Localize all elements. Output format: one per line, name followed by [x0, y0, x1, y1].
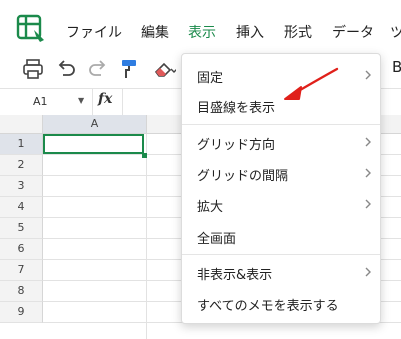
chevron-right-icon: [365, 199, 371, 209]
menu-item-label: 拡大: [197, 200, 224, 215]
row-header-3[interactable]: 3: [0, 176, 43, 197]
chevron-right-icon: [365, 70, 371, 80]
menu-item-label: 固定: [197, 71, 224, 86]
menu-item-label: 目盛線を表示: [197, 101, 276, 116]
menu-item-label: グリッド方向: [197, 138, 276, 153]
menu-file[interactable]: ファイル: [66, 22, 122, 42]
fx-icon: fx: [98, 91, 113, 107]
name-box[interactable]: A1 ▼: [0, 89, 93, 115]
menu-item-label: 非表示&表示: [197, 268, 273, 283]
row-header-2[interactable]: 2: [0, 155, 43, 176]
menu-data[interactable]: データ: [332, 22, 374, 42]
menu-item-grid-direction[interactable]: グリッド方向: [182, 127, 380, 157]
clear-format-icon[interactable]: [150, 56, 176, 82]
formula-divider: [122, 89, 123, 115]
menu-item-label: 全画面: [197, 232, 237, 247]
menu-item-fullscreen[interactable]: 全画面: [182, 221, 380, 251]
name-box-value: A1: [33, 95, 48, 108]
menu-item-zoom[interactable]: 拡大: [182, 189, 380, 219]
row-header-4[interactable]: 4: [0, 197, 43, 218]
annotation-arrow-icon: [284, 67, 339, 100]
fill-handle[interactable]: [142, 153, 147, 158]
menu-item-label: すべてのメモを表示する: [197, 299, 339, 314]
sheets-logo-icon[interactable]: [14, 10, 48, 44]
row-header-9[interactable]: 9: [0, 302, 43, 323]
chevron-right-icon: [365, 267, 371, 277]
menu-tools[interactable]: ツ: [390, 22, 401, 42]
row-header-5[interactable]: 5: [0, 218, 43, 239]
print-icon[interactable]: [20, 56, 46, 82]
menu-bar: ファイル 編集 表示 挿入 形式 データ ツ: [0, 0, 401, 52]
redo-icon[interactable]: [85, 56, 111, 82]
row-header-6[interactable]: 6: [0, 239, 43, 260]
chevron-down-icon[interactable]: ▼: [78, 96, 84, 105]
menu-item-label: グリッドの間隔: [197, 169, 289, 184]
bold-button[interactable]: B: [392, 58, 401, 76]
row-header-8[interactable]: 8: [0, 281, 43, 302]
column-header-a[interactable]: A: [43, 115, 147, 134]
menu-item-show-all-notes[interactable]: すべてのメモを表示する: [182, 288, 380, 318]
menu-divider: [182, 254, 380, 255]
undo-icon[interactable]: [53, 56, 79, 82]
menu-item-grid-spacing[interactable]: グリッドの間隔: [182, 158, 380, 188]
paint-format-icon[interactable]: [116, 56, 142, 82]
menu-format[interactable]: 形式: [284, 22, 312, 42]
chevron-right-icon: [365, 137, 371, 147]
menu-edit[interactable]: 編集: [141, 22, 169, 42]
row-header-1[interactable]: 1: [0, 134, 43, 155]
column-divider: [146, 134, 147, 339]
menu-item-hide-show[interactable]: 非表示&表示: [182, 257, 380, 287]
menu-view[interactable]: 表示: [188, 22, 216, 42]
row-header-7[interactable]: 7: [0, 260, 43, 281]
menu-divider: [182, 124, 380, 125]
chevron-right-icon: [365, 168, 371, 178]
select-all-corner[interactable]: [0, 115, 43, 134]
menu-insert[interactable]: 挿入: [236, 22, 264, 42]
selected-cell-a1[interactable]: [43, 134, 144, 154]
